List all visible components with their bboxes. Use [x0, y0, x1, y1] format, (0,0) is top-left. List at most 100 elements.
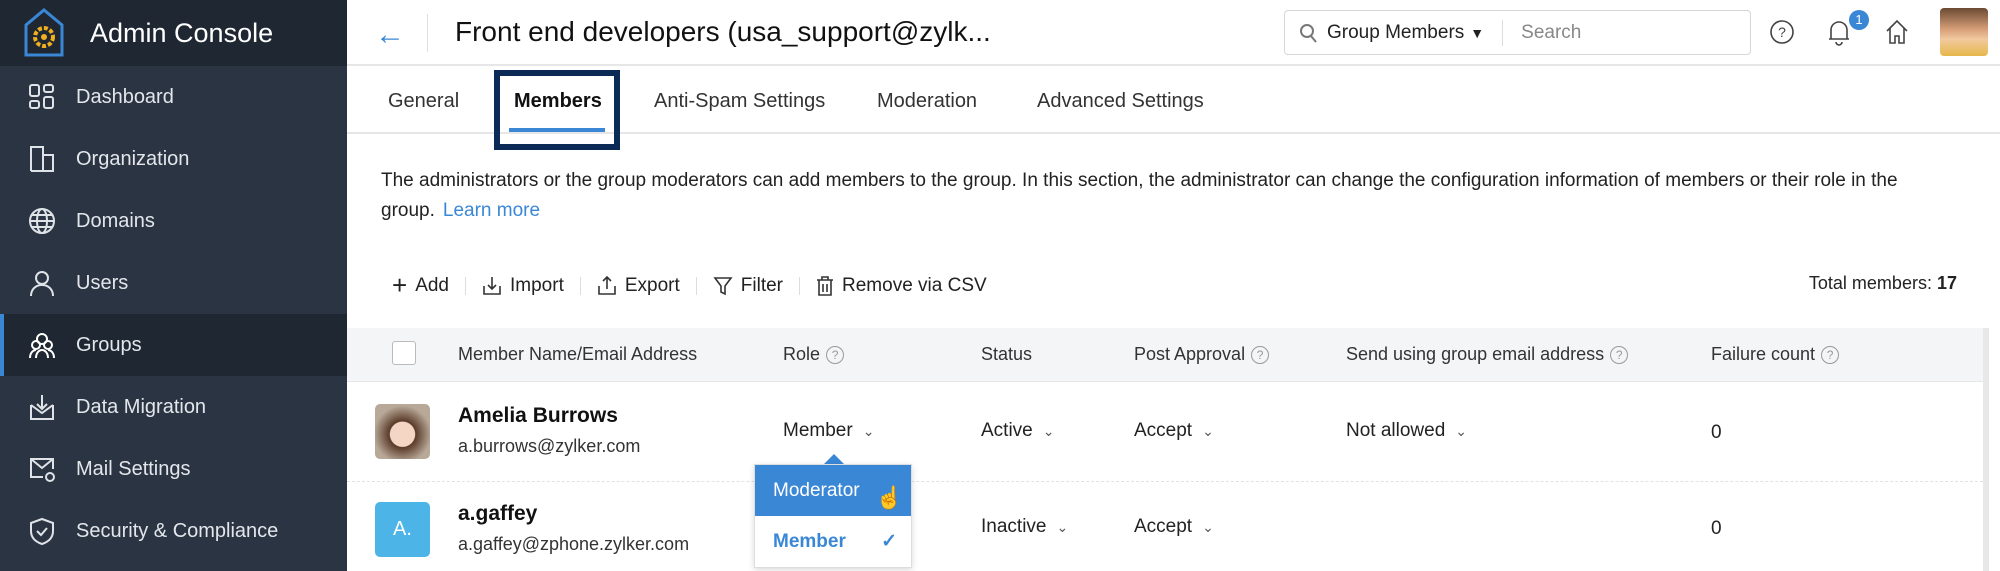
search-input[interactable]: Search: [1521, 22, 1581, 44]
bell-icon[interactable]: [1827, 18, 1851, 46]
filter-button[interactable]: Filter: [713, 275, 783, 297]
sidebar-item-organization[interactable]: Organization: [0, 128, 347, 190]
sidebar: Admin Console Dashboard Organization Dom…: [0, 0, 347, 571]
help-icon[interactable]: ?: [1821, 345, 1840, 364]
back-arrow-icon[interactable]: ←: [375, 18, 405, 52]
sidebar-item-label: Groups: [76, 333, 142, 356]
groups-icon: [29, 333, 55, 359]
role-option-member[interactable]: Member ✓: [755, 516, 911, 567]
member-info: a.gaffey a.gaffey@zphone.zylker.com: [458, 502, 689, 555]
sidebar-item-groups[interactable]: Groups: [0, 314, 347, 376]
help-icon[interactable]: ?: [1769, 18, 1795, 46]
search-icon: [1300, 23, 1317, 43]
sidebar-item-dashboard[interactable]: Dashboard: [0, 66, 347, 128]
role-value: Member: [783, 420, 853, 441]
caret-down-icon: ▼: [1470, 24, 1485, 41]
status-dropdown[interactable]: Active ⌄: [981, 420, 1054, 442]
tab-general[interactable]: General: [388, 90, 459, 113]
app-title: Admin Console: [90, 17, 274, 48]
column-label: Role: [783, 344, 821, 364]
tab-advanced-settings[interactable]: Advanced Settings: [1037, 90, 1204, 113]
help-icon[interactable]: ?: [1610, 345, 1629, 364]
select-all-checkbox[interactable]: [392, 341, 416, 365]
chevron-down-icon: ⌄: [1455, 422, 1468, 439]
toolbar: + Add Import Export Filter Remove via CSV: [392, 270, 987, 301]
description: The administrators or the group moderato…: [381, 166, 1971, 226]
import-icon: [483, 276, 501, 295]
column-header-send-using[interactable]: Send using group email address?: [1346, 344, 1629, 365]
table-row[interactable]: A. a.gaffey a.gaffey@zphone.zylker.com I…: [347, 482, 1983, 571]
table-row[interactable]: Amelia Burrows a.burrows@zylker.com Memb…: [347, 382, 1983, 482]
option-label: Member: [773, 530, 846, 552]
divider: [427, 14, 428, 52]
member-name: a.gaffey: [458, 502, 538, 525]
member-email: a.gaffey@zphone.zylker.com: [458, 534, 690, 554]
tab-members[interactable]: Members: [514, 90, 602, 113]
chevron-down-icon: ⌄: [862, 422, 875, 439]
tab-anti-spam-settings[interactable]: Anti-Spam Settings: [654, 90, 825, 113]
sidebar-item-label: Organization: [76, 147, 190, 170]
column-label: Send using group email address: [1346, 344, 1605, 364]
svg-text:?: ?: [1778, 24, 1786, 40]
column-header-failure-count[interactable]: Failure count?: [1711, 344, 1840, 365]
trash-icon: [817, 275, 834, 296]
sidebar-item-label: Users: [76, 271, 129, 294]
filter-label: Filter: [740, 274, 784, 296]
export-label: Export: [624, 274, 680, 296]
add-button[interactable]: + Add: [392, 270, 449, 301]
column-label: Failure count: [1711, 344, 1816, 364]
member-initials-avatar: A.: [375, 502, 430, 557]
chevron-down-icon: ⌄: [1202, 518, 1214, 535]
role-option-moderator[interactable]: Moderator ☝: [755, 465, 911, 516]
tab-moderation[interactable]: Moderation: [877, 90, 977, 113]
sidebar-item-label: Data Migration: [76, 395, 207, 418]
sidebar-item-security-compliance[interactable]: Security & Compliance: [0, 500, 347, 562]
dashboard-icon: [29, 84, 54, 109]
sidebar-header: Admin Console: [0, 0, 347, 66]
member-info: Amelia Burrows a.burrows@zylker.com: [458, 404, 640, 457]
column-header-role[interactable]: Role?: [783, 344, 845, 365]
sidebar-item-domains[interactable]: Domains: [0, 190, 347, 252]
remove-via-csv-button[interactable]: Remove via CSV: [816, 275, 987, 297]
post-approval-value: Accept: [1134, 516, 1193, 537]
post-approval-dropdown[interactable]: Accept ⌄: [1134, 420, 1214, 442]
sidebar-item-users[interactable]: Users: [0, 252, 347, 314]
failure-count: 0: [1711, 422, 1722, 443]
help-icon[interactable]: ?: [1251, 345, 1270, 364]
send-using-dropdown[interactable]: Not allowed ⌄: [1346, 420, 1467, 442]
column-label: Member Name/Email Address: [458, 344, 698, 364]
role-dropdown[interactable]: Member ⌄: [783, 420, 874, 442]
mail-settings-icon: [30, 458, 55, 482]
search-scope-dropdown[interactable]: Group Members: [1327, 22, 1464, 44]
status-value: Active: [981, 420, 1033, 441]
column-header-status[interactable]: Status: [981, 344, 1032, 365]
search-box[interactable]: Group Members ▼ Search: [1284, 10, 1751, 55]
import-button[interactable]: Import: [482, 275, 564, 297]
export-button[interactable]: Export: [597, 275, 680, 297]
chevron-down-icon: ⌄: [1202, 422, 1214, 439]
check-icon: ✓: [881, 531, 897, 552]
tab-bar: General Members Anti-Spam Settings Moder…: [347, 66, 2000, 150]
post-approval-dropdown[interactable]: Accept ⌄: [1134, 516, 1214, 538]
hand-cursor-icon: ☝: [875, 485, 903, 510]
sidebar-item-mail-settings[interactable]: Mail Settings: [0, 438, 347, 500]
divider: [695, 276, 697, 295]
divider: [799, 276, 801, 295]
header: ← Front end developers (usa_support@zylk…: [347, 0, 2000, 66]
user-avatar[interactable]: [1940, 8, 1988, 56]
learn-more-link[interactable]: Learn more: [443, 200, 540, 221]
home-icon[interactable]: [1884, 18, 1910, 46]
column-header-member[interactable]: Member Name/Email Address: [458, 344, 697, 365]
building-icon: [30, 146, 54, 172]
help-icon[interactable]: ?: [826, 345, 845, 364]
description-text: The administrators or the group moderato…: [381, 170, 1898, 221]
notification-badge: 1: [1849, 10, 1869, 30]
member-email: a.burrows@zylker.com: [458, 436, 641, 456]
sidebar-item-label: Dashboard: [76, 85, 174, 108]
sidebar-item-label: Domains: [76, 209, 155, 232]
sidebar-item-data-migration[interactable]: Data Migration: [0, 376, 347, 438]
status-dropdown[interactable]: Inactive ⌄: [981, 516, 1068, 538]
vertical-scrollbar[interactable]: [1983, 328, 1989, 571]
page-title: Front end developers (usa_support@zylk..…: [455, 16, 991, 47]
column-header-post-approval[interactable]: Post Approval?: [1134, 344, 1270, 365]
